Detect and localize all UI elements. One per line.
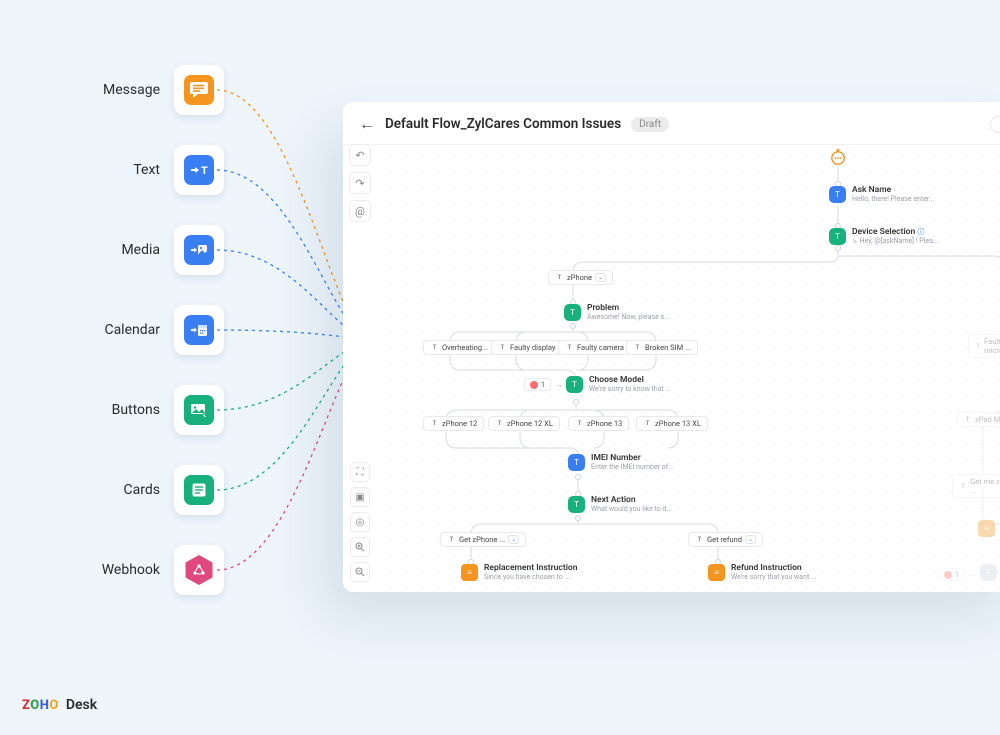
calendar-icon: [184, 315, 214, 345]
node-device-selection[interactable]: T Device Selection ⓘ ↳ Hey, @[askName] !…: [829, 228, 938, 245]
chip-model[interactable]: TzPhone 13 XL: [636, 416, 708, 431]
node-choose-model[interactable]: T Choose Model We're sorry to know that …: [566, 376, 671, 393]
message-icon: ≡: [708, 564, 725, 581]
chip-fault[interactable]: TFaulty display: [491, 340, 562, 355]
tool-buttons[interactable]: Buttons: [54, 385, 224, 435]
search-icon[interactable]: [990, 116, 1000, 133]
buttons-icon: [184, 395, 214, 425]
webhook-icon: [184, 555, 214, 585]
tool-label: Text: [133, 162, 160, 178]
status-pill: Draft: [631, 117, 669, 132]
zoom-out-icon[interactable]: [350, 562, 370, 582]
tool-label: Calendar: [104, 322, 160, 338]
chip-ghost: TFaulty micro...: [968, 334, 1000, 358]
redo-icon[interactable]: ↷: [349, 172, 371, 194]
tool-webhook[interactable]: Webhook: [54, 545, 224, 595]
chip-ghost: TGet me zPad ...: [952, 474, 1000, 498]
chip-model[interactable]: TzPhone 12: [423, 416, 484, 431]
expand-icon[interactable]: ⛶: [350, 462, 370, 482]
node-next-action[interactable]: T Next Action What would you like to d..…: [568, 496, 672, 513]
node-ask-name[interactable]: T Ask Name Hello, there! Please enter...: [829, 186, 934, 203]
tool-label: Buttons: [112, 402, 160, 418]
start-node[interactable]: [829, 149, 847, 161]
toolbox: Message Text T Media Calendar Buttons Ca…: [54, 65, 224, 625]
chevron-down-icon[interactable]: ⌄: [595, 273, 606, 282]
node-problem[interactable]: T Problem Awesome! Now, please s...: [564, 304, 670, 321]
tool-calendar[interactable]: Calendar: [54, 305, 224, 355]
fit-icon[interactable]: ▣: [350, 487, 370, 507]
chip-model[interactable]: TzPhone 13: [568, 416, 629, 431]
canvas-tools: ⛶ ▣ ◎: [350, 462, 370, 582]
chevron-down-icon[interactable]: ⌄: [508, 535, 519, 544]
message-icon: [184, 75, 214, 105]
tool-text[interactable]: Text T: [54, 145, 224, 195]
info-icon: ⓘ: [917, 228, 924, 236]
locate-icon[interactable]: ◎: [350, 512, 370, 532]
error-indicator-ghost: 1 →: [938, 568, 977, 581]
tool-cards[interactable]: Cards: [54, 465, 224, 515]
chip-ghost: TzPad Mini: [956, 412, 1000, 427]
chip-fault[interactable]: TOverheating...: [423, 340, 495, 355]
svg-text:T: T: [201, 165, 208, 177]
chip-fault[interactable]: TBroken SIM ...: [626, 340, 698, 355]
zoom-in-icon[interactable]: [350, 537, 370, 557]
flow-builder-window: ← Default Flow_ZylCares Common Issues Dr…: [343, 102, 1000, 592]
node-imei[interactable]: T IMEI Number Enter the IMEI number of..…: [568, 454, 674, 471]
chevron-down-icon[interactable]: ⌄: [745, 535, 756, 544]
chip-action[interactable]: TGet zPhone ...⌄: [440, 532, 526, 547]
zoho-desk-logo: ZOHO Desk: [22, 697, 97, 713]
tool-label: Message: [103, 82, 160, 98]
cards-icon: [184, 475, 214, 505]
chip-zphone[interactable]: TzPhone⌄: [548, 270, 613, 285]
message-icon: ≡: [461, 564, 478, 581]
tool-label: Cards: [124, 482, 160, 498]
tool-message[interactable]: Message: [54, 65, 224, 115]
node-ghost: T Anotherse......: [980, 564, 1000, 581]
tool-label: Webhook: [102, 562, 160, 578]
flow-canvas[interactable]: T Ask Name Hello, there! Please enter...…: [378, 144, 1000, 592]
app-header: ← Default Flow_ZylCares Common Issues Dr…: [343, 102, 1000, 145]
chip-action[interactable]: TGet refund⌄: [688, 532, 763, 547]
undo-icon[interactable]: ↶: [349, 144, 371, 166]
back-arrow-icon[interactable]: ←: [359, 114, 375, 134]
tool-label: Media: [121, 242, 160, 258]
variables-icon[interactable]: @: [349, 200, 371, 222]
chip-fault[interactable]: TFaulty camera: [558, 340, 631, 355]
error-indicator[interactable]: 1 →: [524, 378, 563, 391]
node-refund[interactable]: ≡ Refund Instruction We're sorry that yo…: [708, 564, 817, 581]
node-replacement[interactable]: ≡ Replacement Instruction Since you have…: [461, 564, 577, 581]
flow-edges: [378, 144, 1000, 592]
flow-title: Default Flow_ZylCares Common Issues: [385, 116, 621, 132]
node-ghost: ≡ Replaceme...Since you ha...: [978, 520, 1000, 537]
media-icon: [184, 235, 214, 265]
text-icon: T: [184, 155, 214, 185]
chip-model[interactable]: TzPhone 12 XL: [488, 416, 560, 431]
tool-media[interactable]: Media: [54, 225, 224, 275]
